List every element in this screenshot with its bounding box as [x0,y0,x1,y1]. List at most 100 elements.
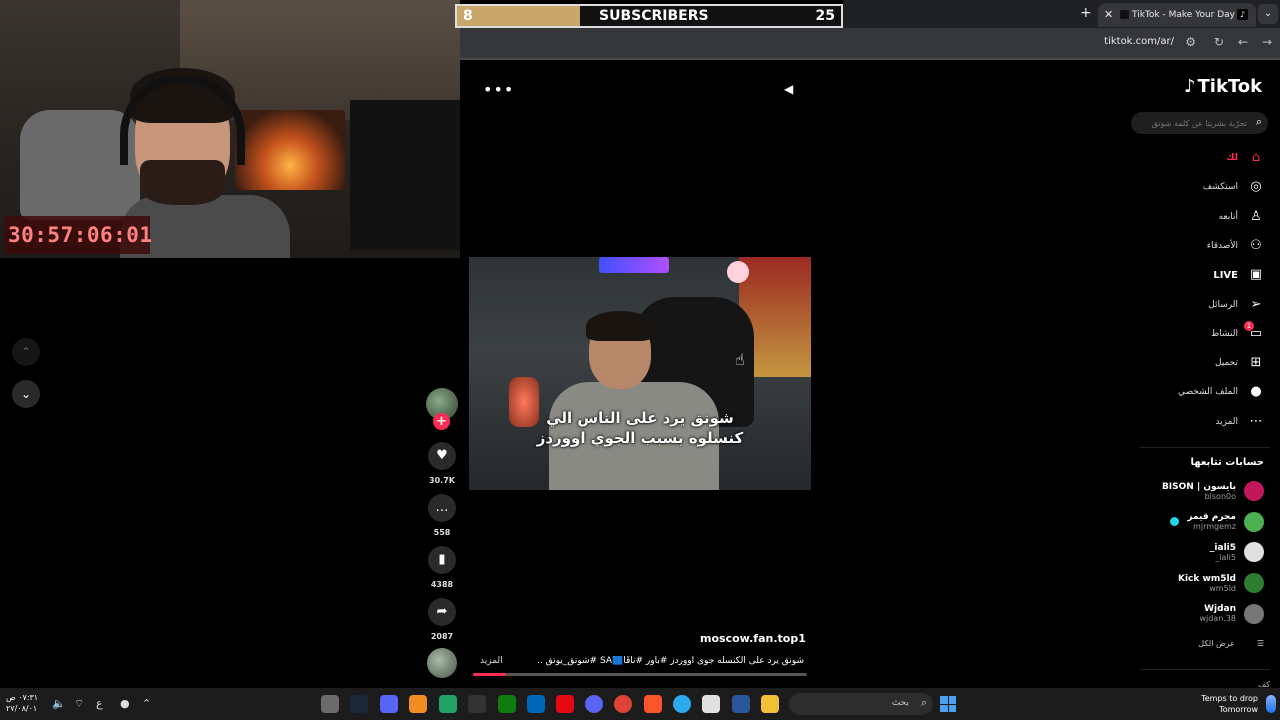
language-indicator[interactable]: ع [96,697,103,710]
activity-icon: ▭ 1 [1244,320,1264,342]
netflix-icon[interactable] [556,695,574,713]
tray-overflow-icon[interactable]: ⌃ [142,697,151,710]
video-person-hair [586,311,654,341]
following-account[interactable]: Kick wm5ld wm5ld [1178,570,1264,596]
cam-person-beard [140,160,225,205]
account-name: Kick wm5ld [1178,573,1236,584]
following-account[interactable]: مجرم قيمز mjrmgemz [1170,509,1264,535]
windows-taskbar: ٠٧:٣١ ص ٢٧/٠٨/٠١ 🔈 ⌔ ع ● ⌃ بحث ⌕ Temps t… [0,688,1280,720]
compass-icon: ◎ [1250,179,1262,195]
sidebar-item-label: الرسائل [1208,299,1238,310]
search-box[interactable]: ⌕ [1131,112,1268,134]
file-explorer-icon[interactable] [761,695,779,713]
reload-icon[interactable]: ↻ [1214,35,1224,49]
address-bar[interactable]: tiktok.com/ar/ ⚙ ↻ ← → [460,28,1280,58]
steam-icon[interactable] [350,695,368,713]
discord-icon[interactable] [585,695,603,713]
subscriber-goal: 25 [815,8,835,24]
sidebar-item-5[interactable]: LIVE ▣ [1213,265,1264,285]
sidebar-item-4[interactable]: الأصدقاء ⚇ [1207,236,1264,256]
video-progress-bar[interactable] [473,673,807,676]
app-icon-blue[interactable] [527,695,545,713]
following-account[interactable]: _iali5 _iali5 [1210,539,1264,565]
sidebar-item-9[interactable]: الملف الشخصي ● [1178,382,1264,402]
app-icon-dark[interactable] [468,695,486,713]
video-progress-fill [473,673,507,676]
back-icon[interactable]: ← [1238,35,1248,49]
next-video-button[interactable]: ⌄ [12,380,40,408]
video-author[interactable]: moscow.fan.top1 [700,632,806,645]
taskbar-search[interactable]: بحث ⌕ [789,693,933,715]
sidebar-item-3[interactable]: أتابعه ♙ [1219,207,1264,227]
microphone-icon[interactable]: ● [120,697,130,710]
tiktok-favicon [1120,10,1129,19]
forward-icon[interactable]: → [1262,35,1272,49]
more-options-icon[interactable]: ••• [483,80,514,99]
sidebar-item-label: المزيد [1215,416,1238,427]
sidebar-item-2[interactable]: استكشف ◎ [1203,177,1264,197]
account-name: مجرم قيمز [1187,512,1236,523]
subscriber-goal-fill [457,6,580,26]
live-indicator-icon [1170,517,1180,527]
search-icon[interactable]: ⌕ [1256,115,1262,129]
search-icon: ⌕ [920,696,927,709]
search-input[interactable] [1139,115,1247,131]
cam-fireplace-screen [235,110,345,190]
like-count: 30.7K [429,476,455,485]
app-icon-1[interactable] [321,695,339,713]
new-tab-button[interactable]: + [1080,5,1092,21]
app-icon-green[interactable] [439,695,457,713]
previous-video-button[interactable]: ⌃ [12,338,40,366]
close-tab-icon[interactable]: ✕ [1104,3,1113,27]
sidebar-item-label: الملف الشخصي [1178,387,1238,398]
app-icon-orange[interactable] [409,695,427,713]
sidebar-item-10[interactable]: المزيد ⋯ [1215,412,1264,432]
speaker-icon[interactable]: 🔈 [52,697,66,710]
see-all-link[interactable]: عرض الكل ☰ [1198,639,1264,648]
windows-start-icon[interactable] [940,696,956,712]
sidebar-item-1[interactable]: لك ⌂ [1226,148,1264,168]
list-icon: ☰ [1256,639,1264,648]
next-creator-avatar[interactable] [427,648,457,678]
following-account[interactable]: Wjdan wjdan.38 [1199,601,1264,627]
account-handle: mjrmgemz [1193,522,1236,532]
site-settings-icon[interactable]: ⚙ [1185,35,1196,49]
video-player[interactable]: شونق يرد على الناس الي كنسلوه بسبب الجوي… [469,257,811,490]
comment-icon[interactable]: … [428,494,456,522]
cam-shelf [350,100,460,250]
account-avatar [1244,542,1264,563]
sidebar-item-7[interactable]: النشاط ▭ 1 [1211,320,1264,344]
xbox-icon[interactable] [498,695,516,713]
browser-tabbar: + ✕ TikTok - Make Your Day ♪ ⌄ [843,0,1280,28]
volume-icon[interactable]: ◀ [784,82,798,96]
brave-icon[interactable] [644,695,662,713]
account-handle: wjdan.38 [1199,614,1236,624]
telegram-icon[interactable] [673,695,691,713]
weather-line2: Tomorrow [1219,705,1258,714]
profile-icon: ● [1250,384,1262,400]
app-icon-office[interactable] [732,695,750,713]
account-text: BISON | بايسون bison0o [1162,482,1236,501]
store-icon[interactable] [702,695,720,713]
chrome-icon[interactable] [614,695,632,713]
subscriber-count: 8 [463,8,473,24]
url-text[interactable]: tiktok.com/ar/ [1104,36,1174,47]
app-icon-chat[interactable] [380,695,398,713]
sidebar-item-8[interactable]: تحميل ⊞ [1215,353,1264,373]
tiktok-logo-text: TikTok [1197,76,1263,97]
like-icon[interactable]: ♥ [428,442,456,470]
more-link[interactable]: المزيد [480,656,503,666]
sidebar-item-label: أتابعه [1218,211,1238,222]
taskbar-clock[interactable]: ٠٧:٣١ ص ٢٧/٠٨/٠١ [6,692,38,714]
follow-plus-icon[interactable]: + [433,413,450,430]
tiktok-logo[interactable]: ♪ TikTok [1184,76,1262,97]
share-icon[interactable]: ➦ [428,598,456,626]
account-name: _iali5 [1209,542,1236,553]
following-account[interactable]: BISON | بايسون bison0o [1162,478,1264,504]
bookmark-icon[interactable]: ▮ [428,546,456,574]
browser-tab[interactable]: ✕ TikTok - Make Your Day ♪ [1098,3,1256,27]
sidebar-item-6[interactable]: الرسائل ➢ [1208,295,1264,315]
network-icon[interactable]: ⌔ [74,697,84,711]
tab-search-icon[interactable]: ⌄ [1258,4,1278,24]
weather-widget[interactable]: Temps to drop Tomorrow [1201,693,1258,715]
